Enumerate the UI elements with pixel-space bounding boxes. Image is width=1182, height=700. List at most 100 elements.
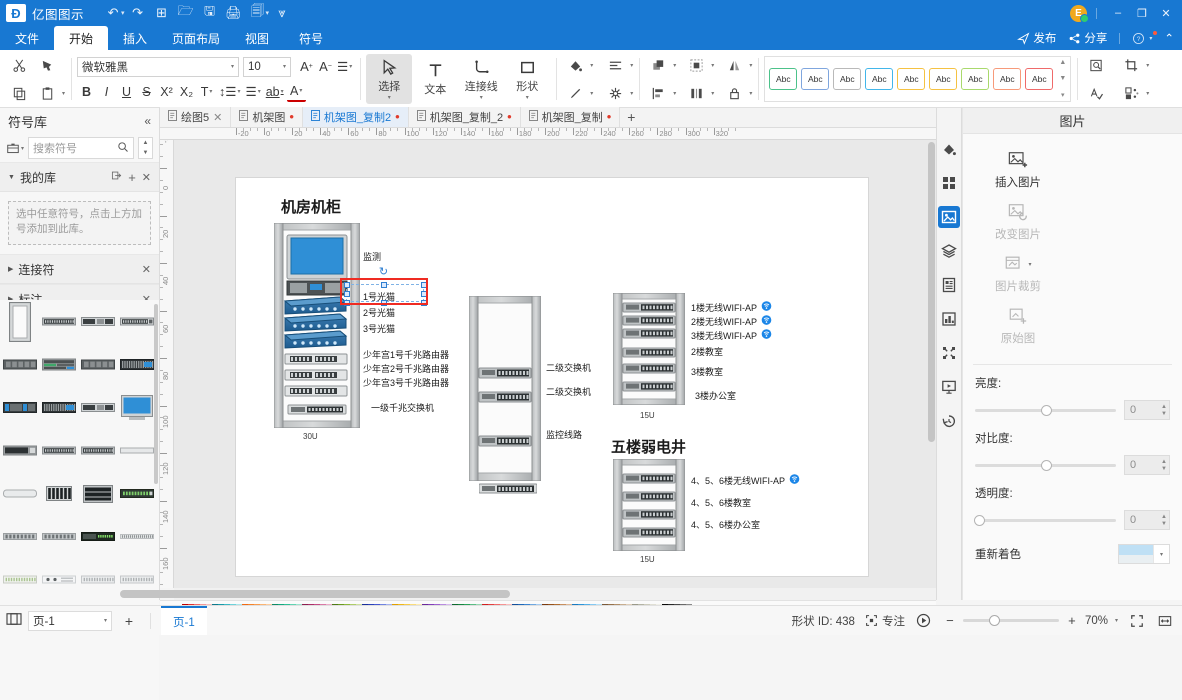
resize-handle-se[interactable] (421, 300, 427, 306)
close-icon[interactable]: ✕ (142, 171, 151, 184)
add-page-button[interactable]: + (118, 611, 140, 631)
rack2-label-2[interactable]: 监控线路 (546, 428, 582, 441)
save-icon[interactable]: 🖫 (199, 3, 221, 23)
focus-mode-button[interactable]: 专注 (865, 613, 905, 629)
italic-button[interactable]: I (97, 82, 116, 102)
rail-chart[interactable] (938, 308, 960, 330)
gallery-scroll-up-icon[interactable]: ▲ (1059, 59, 1066, 66)
chevron-down-icon[interactable]: ▾ (1146, 90, 1149, 97)
chevron-down-icon[interactable]: ▾ (673, 90, 676, 97)
crop-button[interactable] (1118, 52, 1144, 78)
document-tab-1[interactable]: 机架图• (231, 107, 303, 127)
chevron-down-icon[interactable]: ▾ (62, 90, 65, 97)
text-style-button[interactable]: T▾ (197, 82, 216, 102)
rack3-label-3[interactable]: 2楼教室 (691, 345, 723, 358)
connector-tool[interactable]: 连接线▾ (458, 54, 504, 104)
bring-forward-button[interactable] (645, 52, 671, 78)
flip-button[interactable] (721, 52, 747, 78)
transparency-input[interactable]: 0 ▲▼ (1124, 510, 1170, 530)
line-style-button[interactable] (602, 52, 628, 78)
group-button[interactable] (683, 52, 709, 78)
rack3-label-5[interactable]: 3楼办公室 (695, 389, 736, 402)
chevron-down-icon[interactable]: ▾ (1115, 617, 1118, 624)
resize-handle-sw[interactable] (344, 300, 350, 306)
rack1-label-5[interactable]: 少年宫2号千兆路由器 (363, 362, 449, 375)
line-spacing-button[interactable]: ↕☰▾ (217, 82, 242, 102)
help-button[interactable]: ? ▾ (1128, 32, 1156, 45)
font-family-select[interactable]: 微软雅黑 ▾ (77, 57, 239, 77)
restore-button[interactable]: ❐ (1130, 0, 1154, 26)
import-icon[interactable] (111, 170, 122, 184)
search-icon[interactable] (117, 141, 129, 156)
rack1-label-4[interactable]: 少年宫1号千兆路由器 (363, 348, 449, 361)
page-select[interactable]: 页-1 ▾ (28, 611, 112, 631)
rail-history[interactable] (938, 410, 960, 432)
chevron-down-icon[interactable]: ▾ (711, 90, 714, 97)
original-image-button[interactable]: 原始图 (963, 300, 1073, 352)
rail-layers[interactable] (938, 240, 960, 262)
page-tab-1[interactable]: 页-1 (161, 606, 207, 635)
rail-themes[interactable] (938, 172, 960, 194)
symbol-item-2-1[interactable] (39, 386, 78, 429)
symbol-item-1-1[interactable] (39, 343, 78, 386)
document-tab-2[interactable]: 机架图_复制2• (303, 107, 409, 127)
menu-tab-0[interactable]: 文件 (0, 26, 54, 50)
copy-icon[interactable] (6, 80, 32, 106)
distribute-button[interactable] (683, 80, 709, 106)
menu-tab-4[interactable]: 视图 (230, 26, 284, 50)
rail-scatter[interactable] (938, 342, 960, 364)
rack1-title[interactable]: 机房机柜 (281, 196, 341, 217)
rack3-label-0[interactable]: 1楼无线WIFI-AP (691, 301, 772, 314)
symbol-item-5-0[interactable] (0, 515, 39, 558)
rack3-cabinet[interactable] (613, 293, 685, 405)
rotate-handle[interactable]: ↻ (378, 266, 389, 277)
contrast-slider[interactable] (975, 464, 1116, 467)
spellcheck-button[interactable] (1083, 80, 1109, 106)
chevron-down-icon[interactable]: ▾ (480, 96, 483, 100)
symbol-item-2-0[interactable] (0, 386, 39, 429)
effects-button[interactable] (602, 80, 628, 106)
decrease-font-size-button[interactable]: A− (316, 57, 335, 77)
chevron-down-icon[interactable]: ▾ (749, 90, 752, 97)
menu-tab-2[interactable]: 插入 (108, 26, 162, 50)
rack3-label-2[interactable]: 3楼无线WIFI-AP (691, 329, 772, 342)
canvas-horizontal-scrollbar-track[interactable] (174, 588, 936, 600)
style-preset-4[interactable]: Abc (897, 68, 925, 90)
menu-tab-3[interactable]: 页面布局 (162, 26, 230, 50)
chevron-down-icon[interactable]: ▾ (121, 9, 125, 17)
slider-knob[interactable] (974, 515, 985, 526)
symbol-item-5-3[interactable] (117, 515, 156, 558)
fit-width-button[interactable] (1156, 612, 1174, 630)
customize-qat-icon[interactable]: ⩔ (271, 3, 293, 23)
rail-page[interactable] (938, 274, 960, 296)
style-preset-6[interactable]: Abc (961, 68, 989, 90)
rail-fill[interactable] (938, 138, 960, 160)
symbol-item-6-1[interactable] (39, 558, 78, 601)
symbol-item-1-0[interactable] (0, 343, 39, 386)
print-icon[interactable]: 🖨 (223, 3, 245, 23)
increase-font-size-button[interactable]: A+ (297, 57, 316, 77)
style-preset-5[interactable]: Abc (929, 68, 957, 90)
symbol-panel-scrollbar[interactable] (154, 304, 158, 484)
rack1-label-2[interactable]: 2号光猫 (363, 306, 395, 319)
chevron-down-icon[interactable]: ▾ (630, 62, 633, 69)
shape-tool[interactable]: 形状▾ (504, 54, 550, 104)
rack1-label-0[interactable]: 监测 (363, 250, 381, 263)
sidebar-item-connectors[interactable]: ▶ 连接符 ✕ (0, 254, 159, 284)
zoom-slider[interactable] (963, 619, 1059, 622)
resize-handle-nw[interactable] (344, 282, 350, 288)
symbol-item-4-1[interactable] (39, 472, 78, 515)
open-folder-icon[interactable]: 🗁 (175, 3, 197, 23)
slider-knob[interactable] (1041, 460, 1052, 471)
resize-handle-w[interactable] (344, 291, 350, 297)
underline-button[interactable]: U (117, 82, 136, 102)
fit-page-button[interactable] (1128, 612, 1146, 630)
rack1-label-6[interactable]: 少年宫3号千兆路由器 (363, 376, 449, 389)
rack4-label-0[interactable]: 4、5、6楼无线WIFI-AP (691, 474, 800, 487)
collapse-panel-icon[interactable]: « (144, 114, 151, 128)
rack4-unit-label[interactable]: 15U (640, 555, 655, 564)
resize-handle-e[interactable] (421, 291, 427, 297)
avatar[interactable]: E (1070, 5, 1087, 22)
symbol-item-0-0[interactable] (0, 300, 39, 343)
resize-handle-ne[interactable] (421, 282, 427, 288)
